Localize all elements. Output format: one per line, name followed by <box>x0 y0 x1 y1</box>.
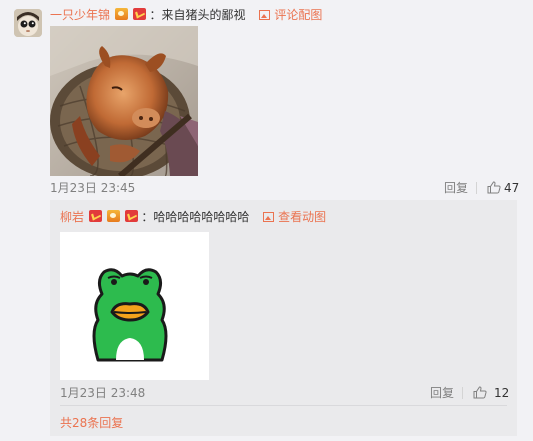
comment-like-count: 47 <box>504 181 520 195</box>
comment-reply-button[interactable]: 回复 <box>444 181 468 195</box>
picture-icon <box>263 212 275 222</box>
reply-username[interactable]: 柳岩 <box>60 210 84 224</box>
more-replies-link[interactable]: 共28条回复 <box>60 416 123 430</box>
frog-sticker-image <box>60 232 209 380</box>
verified-badge-icon[interactable] <box>132 8 146 20</box>
reply-animation-link[interactable]: 查看动图 <box>263 210 326 224</box>
reply-like-count: 12 <box>494 386 510 400</box>
comment-line: 一只少年锦 ：来自猪头的鄙视 评论配图 <box>50 7 322 23</box>
comment-photo-image <box>50 26 198 176</box>
reply-line: 柳岩 ：哈哈哈哈哈哈哈哈 查看动图 <box>60 209 326 225</box>
comment-time: 1月23日 23:45 <box>50 181 136 195</box>
comment-picture-link[interactable]: 评论配图 <box>259 8 322 22</box>
avatar-image <box>14 9 42 37</box>
divider <box>476 182 477 194</box>
picture-icon <box>259 10 271 20</box>
verified-badge-icon[interactable] <box>124 210 138 222</box>
comment-photo[interactable] <box>50 26 198 176</box>
comment-text: ：来自猪头的鄙视 <box>149 8 246 22</box>
vip-badge-icon[interactable] <box>106 210 120 222</box>
thumbs-up-icon[interactable] <box>473 386 487 399</box>
comment-username[interactable]: 一只少年锦 <box>50 8 110 22</box>
comment-picture-link-label: 评论配图 <box>274 8 323 22</box>
reply-time: 1月23日 23:48 <box>60 386 146 400</box>
vip-badge-icon[interactable] <box>114 8 128 20</box>
thumbs-up-icon[interactable] <box>487 181 501 194</box>
user-avatar[interactable] <box>14 9 42 37</box>
divider <box>60 405 507 406</box>
verified-badge-icon[interactable] <box>88 210 102 222</box>
divider <box>462 387 463 399</box>
reply-text: ：哈哈哈哈哈哈哈哈 <box>141 210 250 224</box>
reply-animation-link-label: 查看动图 <box>278 210 327 224</box>
reply-gif[interactable] <box>60 232 209 380</box>
reply-reply-button[interactable]: 回复 <box>430 386 454 400</box>
